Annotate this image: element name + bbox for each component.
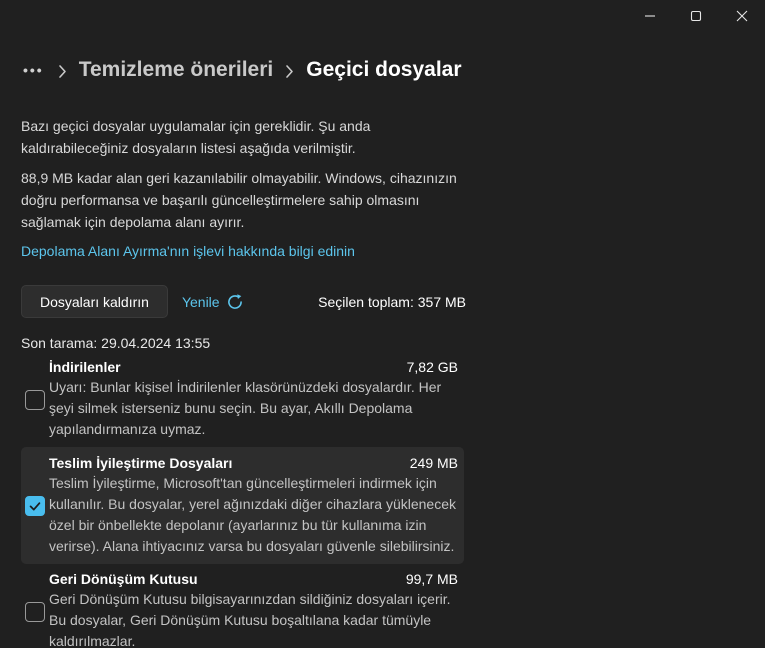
storage-sense-learn-link[interactable]: Depolama Alanı Ayırma'nın işlevi hakkınd… [21, 243, 355, 259]
file-row-recycle-bin: Geri Dönüşüm Kutusu 99,7 MB Geri Dönüşüm… [21, 571, 464, 648]
close-button[interactable] [719, 0, 765, 32]
breadcrumb-item-cleanup-recommendations[interactable]: Temizleme önerileri [79, 58, 274, 82]
file-row-delivery-optimization: Teslim İyileştirme Dosyaları 249 MB Tesl… [21, 447, 464, 564]
chevron-right-icon [286, 64, 294, 78]
breadcrumb-overflow-button[interactable]: ••• [21, 50, 46, 90]
minimize-button[interactable] [627, 0, 673, 32]
file-row-title: Geri Dönüşüm Kutusu [49, 571, 198, 587]
delivery-optimization-checkbox[interactable] [25, 496, 45, 516]
file-row-size: 99,7 MB [405, 571, 458, 587]
titlebar [0, 0, 765, 32]
settings-window: ••• Temizleme önerileri Geçici dosyalar … [0, 0, 765, 648]
recycle-bin-checkbox[interactable] [25, 601, 45, 622]
file-row-description: Teslim İyileştirme, Microsoft'tan güncel… [49, 475, 456, 554]
maximize-icon [690, 10, 702, 22]
intro-paragraph-1: Bazı geçici dosyalar uygulamalar için ge… [21, 118, 371, 156]
refresh-icon [227, 293, 242, 309]
file-row-size: 7,82 GB [406, 359, 458, 375]
refresh-label: Yenile [181, 293, 220, 310]
file-row-size: 249 MB [409, 455, 458, 471]
temporary-files-list: İndirilenler 7,82 GB Uyarı: Bunlar kişis… [21, 359, 464, 648]
breadcrumb: ••• Temizleme önerileri Geçici dosyalar [21, 50, 744, 90]
file-row-title: İndirilenler [49, 359, 121, 375]
toolbar: Dosyaları kaldırın Yenile Seçilen toplam… [21, 285, 466, 318]
page-title: Geçici dosyalar [306, 58, 462, 81]
downloads-checkbox[interactable] [25, 389, 45, 410]
page-content: ••• Temizleme önerileri Geçici dosyalar … [0, 50, 765, 648]
refresh-button[interactable]: Yenile [182, 294, 243, 310]
remove-files-button[interactable]: Dosyaları kaldırın [21, 285, 168, 318]
file-row-title: Teslim İyileştirme Dosyaları [49, 455, 233, 471]
file-row-description: Geri Dönüşüm Kutusu bilgisayarınızdan si… [49, 591, 451, 648]
chevron-right-icon [58, 64, 66, 78]
checkmark-icon [29, 502, 41, 511]
last-scan-label: Son tarama: 29.04.2024 13:55 [21, 335, 211, 351]
intro-paragraph-2: 88,9 MB kadar alan geri kazanılabilir ol… [21, 170, 457, 230]
selected-total-label: Seçilen toplam: 357 MB [318, 293, 466, 310]
file-row-description: Uyarı: Bunlar kişisel İndirilenler klasö… [49, 379, 442, 437]
file-row-downloads: İndirilenler 7,82 GB Uyarı: Bunlar kişis… [21, 359, 464, 440]
minimize-icon [645, 15, 655, 17]
maximize-button[interactable] [673, 0, 719, 32]
close-icon [736, 10, 748, 22]
